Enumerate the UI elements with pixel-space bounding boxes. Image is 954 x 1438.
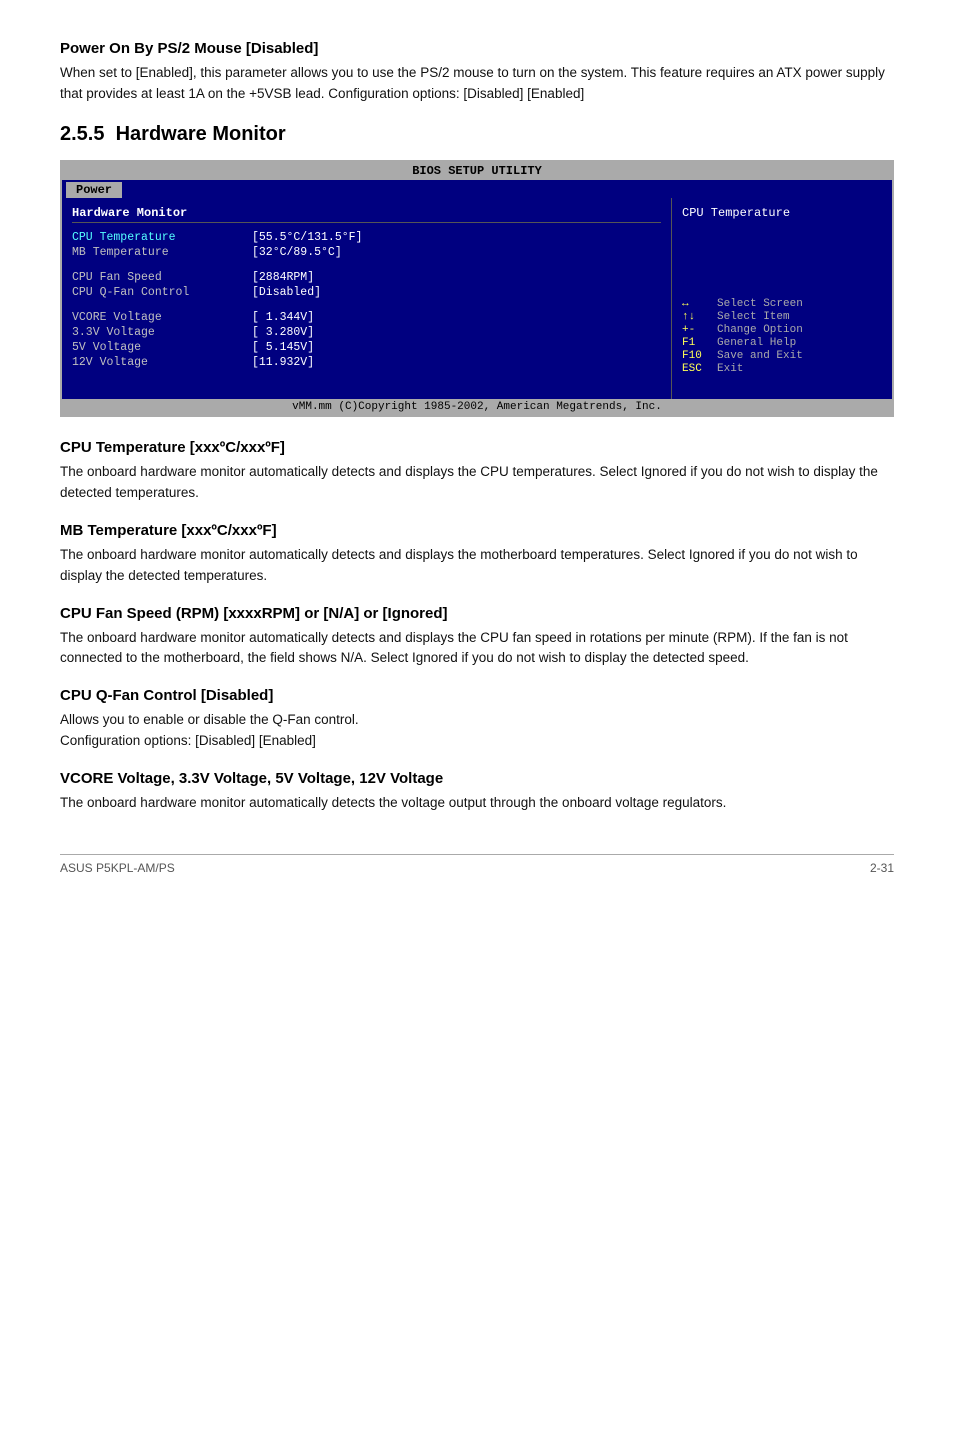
- bios-tab-row: Power: [62, 180, 892, 198]
- bios-spacer-r3: [682, 248, 882, 258]
- section-cpu-temp-title: CPU Temperature [xxxºC/xxxºF]: [60, 439, 894, 456]
- chapter-number: 2.5.5: [60, 123, 104, 145]
- bios-right-panel: CPU Temperature ↔ Select Screen ↑↓ Selec…: [672, 198, 892, 399]
- bios-legend-row-f1: F1 General Help: [682, 337, 882, 349]
- bios-legend-row-f10: F10 Save and Exit: [682, 350, 882, 362]
- bios-key-3v3: 3.3V Voltage: [72, 326, 252, 339]
- bios-row-3v3: 3.3V Voltage [ 3.280V]: [72, 326, 661, 339]
- bios-legend-key-esc: ESC: [682, 363, 717, 375]
- bios-key-12v: 12V Voltage: [72, 356, 252, 369]
- section-cpu-temp: CPU Temperature [xxxºC/xxxºF] The onboar…: [60, 439, 894, 504]
- bios-legend-row-arrows: ↔ Select Screen: [682, 298, 882, 310]
- bios-legend: ↔ Select Screen ↑↓ Select Item +- Change…: [682, 298, 882, 375]
- page-footer: ASUS P5KPL-AM/PS 2-31: [60, 861, 894, 875]
- bios-val-cpu-qfan: [Disabled]: [252, 286, 321, 299]
- bios-row-cpu-temp: CPU Temperature [55.5°C/131.5°F]: [72, 231, 661, 244]
- bios-row-5v: 5V Voltage [ 5.145V]: [72, 341, 661, 354]
- bios-legend-row-pm: +- Change Option: [682, 324, 882, 336]
- bios-footer: vMM.mm (C)Copyright 1985-2002, American …: [62, 399, 892, 415]
- section-mb-temp-desc: The onboard hardware monitor automatical…: [60, 545, 894, 587]
- bios-row-mb-temp: MB Temperature [32°C/89.5°C]: [72, 246, 661, 259]
- power-on-section: Power On By PS/2 Mouse [Disabled] When s…: [60, 40, 894, 105]
- bios-row-cpu-qfan: CPU Q-Fan Control [Disabled]: [72, 286, 661, 299]
- chapter-heading: 2.5.5 Hardware Monitor: [60, 123, 894, 146]
- section-mb-temp-title: MB Temperature [xxxºC/xxxºF]: [60, 522, 894, 539]
- bios-legend-key-pm: +-: [682, 324, 717, 336]
- bios-legend-key-f10: F10: [682, 350, 717, 362]
- bios-spacer-r5: [682, 268, 882, 278]
- footer-divider: [60, 854, 894, 855]
- bios-legend-val-arrows: Select Screen: [717, 298, 803, 310]
- bios-spacer-3: [72, 371, 661, 381]
- bios-legend-val-ud: Select Item: [717, 311, 790, 323]
- power-on-title: Power On By PS/2 Mouse [Disabled]: [60, 40, 894, 57]
- bios-spacer-1: [72, 261, 661, 271]
- bios-legend-val-f1: General Help: [717, 337, 796, 349]
- power-on-desc: When set to [Enabled], this parameter al…: [60, 63, 894, 105]
- section-voltage-title: VCORE Voltage, 3.3V Voltage, 5V Voltage,…: [60, 770, 894, 787]
- bios-spacer-r6: [682, 278, 882, 288]
- bios-left-panel: Hardware Monitor CPU Temperature [55.5°C…: [62, 198, 672, 399]
- bios-spacer-2: [72, 301, 661, 311]
- bios-row-cpu-fan: CPU Fan Speed [2884RPM]: [72, 271, 661, 284]
- bios-val-cpu-temp: [55.5°C/131.5°F]: [252, 231, 362, 244]
- bios-spacer-4: [72, 381, 661, 391]
- section-cpu-qfan-title: CPU Q-Fan Control [Disabled]: [60, 687, 894, 704]
- content-sections: CPU Temperature [xxxºC/xxxºF] The onboar…: [60, 439, 894, 814]
- bios-val-mb-temp: [32°C/89.5°C]: [252, 246, 342, 259]
- section-mb-temp: MB Temperature [xxxºC/xxxºF] The onboard…: [60, 522, 894, 587]
- section-cpu-fan-speed-title: CPU Fan Speed (RPM) [xxxxRPM] or [N/A] o…: [60, 605, 894, 622]
- bios-key-5v: 5V Voltage: [72, 341, 252, 354]
- bios-legend-row-esc: ESC Exit: [682, 363, 882, 375]
- bios-spacer-r2: [682, 238, 882, 248]
- bios-screen: BIOS SETUP UTILITY Power Hardware Monito…: [60, 160, 894, 417]
- section-cpu-qfan-desc: Allows you to enable or disable the Q-Fa…: [60, 710, 894, 752]
- bios-val-cpu-fan: [2884RPM]: [252, 271, 314, 284]
- section-voltage: VCORE Voltage, 3.3V Voltage, 5V Voltage,…: [60, 770, 894, 814]
- bios-key-cpu-qfan: CPU Q-Fan Control: [72, 286, 252, 299]
- bios-legend-val-pm: Change Option: [717, 324, 803, 336]
- bios-legend-key-ud: ↑↓: [682, 311, 717, 323]
- bios-val-3v3: [ 3.280V]: [252, 326, 314, 339]
- bios-row-vcore: VCORE Voltage [ 1.344V]: [72, 311, 661, 324]
- bios-val-5v: [ 5.145V]: [252, 341, 314, 354]
- bios-key-mb-temp: MB Temperature: [72, 246, 252, 259]
- bios-legend-row-ud: ↑↓ Select Item: [682, 311, 882, 323]
- footer-page: 2-31: [870, 861, 894, 875]
- bios-legend-val-esc: Exit: [717, 363, 743, 375]
- section-cpu-qfan: CPU Q-Fan Control [Disabled] Allows you …: [60, 687, 894, 752]
- bios-section-label: Hardware Monitor: [72, 206, 661, 223]
- bios-spacer-r4: [682, 258, 882, 268]
- bios-key-cpu-temp: CPU Temperature: [72, 231, 252, 244]
- bios-legend-key-arrows: ↔: [682, 298, 717, 310]
- chapter-title: Hardware Monitor: [116, 123, 286, 145]
- section-cpu-fan-speed: CPU Fan Speed (RPM) [xxxxRPM] or [N/A] o…: [60, 605, 894, 670]
- bios-spacer-r1: [682, 228, 882, 238]
- bios-val-12v: [11.932V]: [252, 356, 314, 369]
- bios-legend-key-f1: F1: [682, 337, 717, 349]
- section-cpu-temp-desc: The onboard hardware monitor automatical…: [60, 462, 894, 504]
- bios-legend-val-f10: Save and Exit: [717, 350, 803, 362]
- footer-brand: ASUS P5KPL-AM/PS: [60, 861, 175, 875]
- section-voltage-desc: The onboard hardware monitor automatical…: [60, 793, 894, 814]
- bios-tab-power[interactable]: Power: [66, 182, 122, 198]
- bios-key-vcore: VCORE Voltage: [72, 311, 252, 324]
- bios-row-12v: 12V Voltage [11.932V]: [72, 356, 661, 369]
- bios-val-vcore: [ 1.344V]: [252, 311, 314, 324]
- bios-right-title: CPU Temperature: [682, 206, 882, 220]
- section-cpu-fan-speed-desc: The onboard hardware monitor automatical…: [60, 628, 894, 670]
- bios-body: Hardware Monitor CPU Temperature [55.5°C…: [62, 198, 892, 399]
- bios-header: BIOS SETUP UTILITY: [62, 162, 892, 180]
- bios-key-cpu-fan: CPU Fan Speed: [72, 271, 252, 284]
